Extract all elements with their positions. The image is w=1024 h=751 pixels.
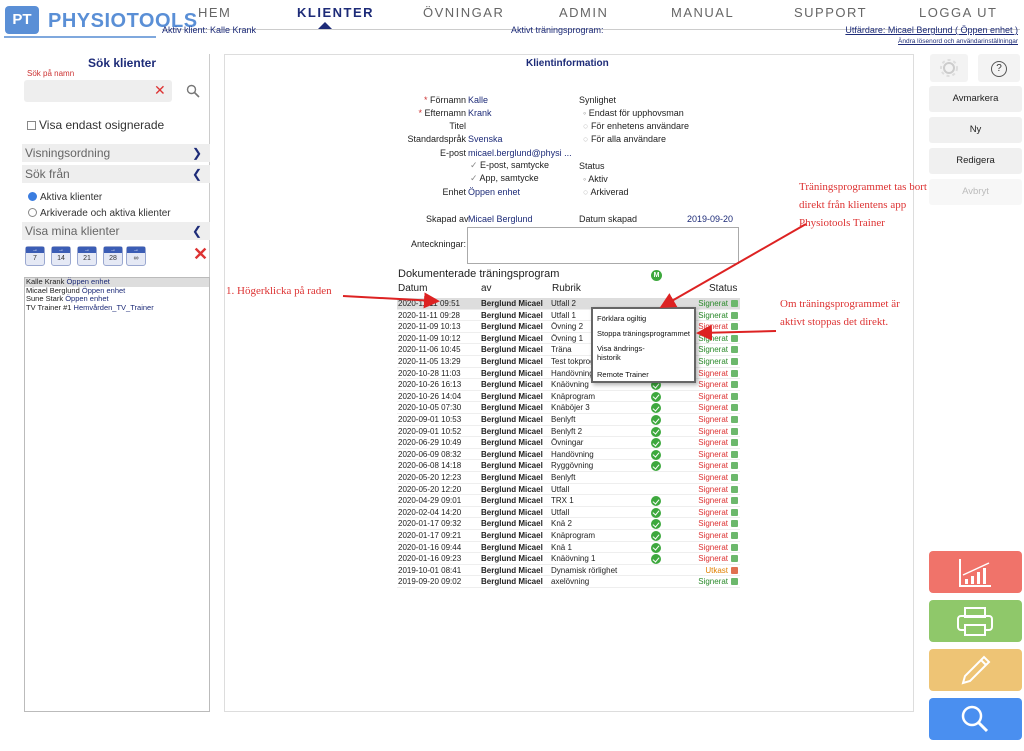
edit-button[interactable]: Redigera (929, 148, 1022, 174)
statistics-button[interactable] (929, 551, 1022, 593)
search-icon (961, 705, 989, 733)
chart-icon (959, 559, 991, 587)
cancel-button[interactable]: Avbryt (929, 179, 1022, 205)
arrow-to-menu-top (659, 223, 807, 308)
printer-icon (957, 607, 993, 636)
edit-pencil-button[interactable] (929, 649, 1022, 691)
search-big-button[interactable] (929, 698, 1022, 740)
gear-icon (940, 59, 958, 77)
annotation-arrows (342, 223, 807, 341)
pencil-icon (961, 655, 991, 685)
print-button[interactable] (929, 600, 1022, 642)
arrow-to-stop-item (696, 324, 777, 341)
settings-button[interactable] (930, 54, 968, 82)
arrow-to-row (342, 292, 440, 309)
new-button[interactable]: Ny (929, 117, 1022, 143)
help-icon: ? (991, 61, 1007, 77)
deselect-button[interactable]: Avmarkera (929, 86, 1022, 112)
